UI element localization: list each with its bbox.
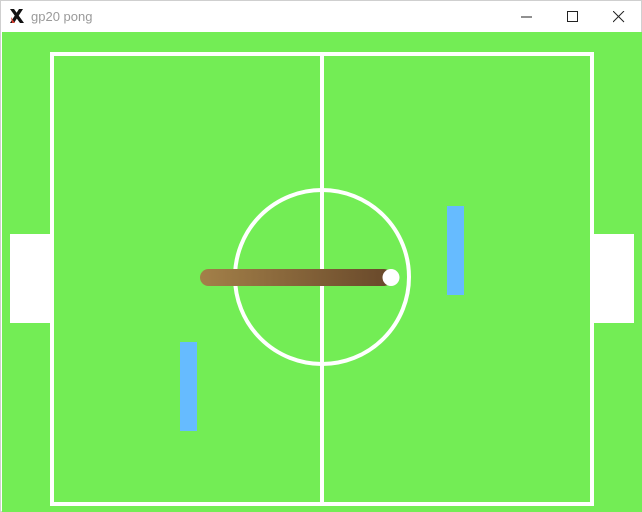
game-canvas[interactable]: [2, 32, 642, 512]
right-goal: [594, 234, 634, 323]
close-button[interactable]: [596, 1, 642, 32]
x-logo-icon: [9, 8, 25, 24]
close-icon: [613, 11, 625, 23]
minimize-icon: [521, 16, 532, 18]
left-paddle: [180, 342, 197, 431]
ball: [382, 269, 400, 286]
app-window: gp20 pong: [0, 0, 642, 512]
window-title: gp20 pong: [31, 9, 93, 24]
title-bar[interactable]: gp20 pong: [1, 1, 641, 32]
maximize-icon: [567, 11, 578, 22]
ball-trail: [200, 269, 392, 286]
pong-field: [10, 52, 634, 506]
right-paddle: [447, 206, 464, 295]
maximize-button[interactable]: [550, 1, 596, 32]
minimize-button[interactable]: [504, 1, 550, 32]
left-goal: [10, 234, 51, 323]
